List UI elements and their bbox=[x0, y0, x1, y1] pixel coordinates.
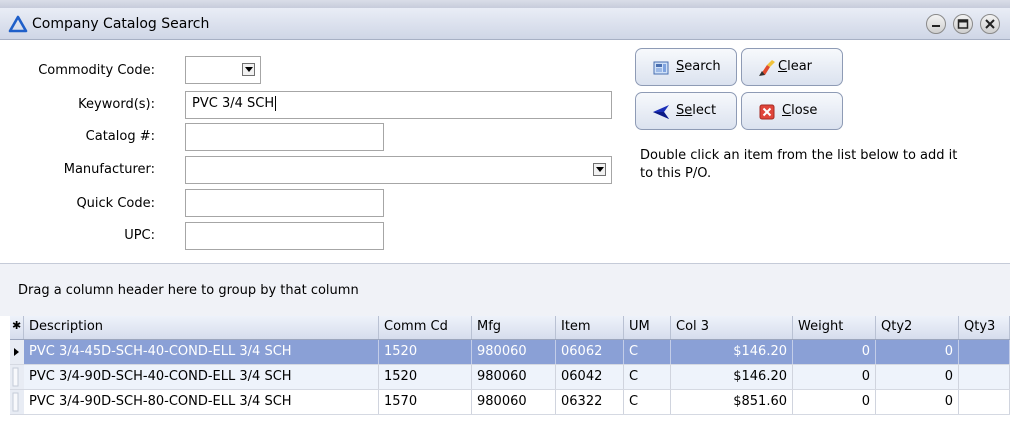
close-label: lose bbox=[791, 103, 818, 118]
clear-button[interactable]: Clear bbox=[741, 48, 843, 86]
close-icon bbox=[985, 19, 995, 29]
cell-um: C bbox=[624, 390, 671, 414]
cell-qty3 bbox=[959, 340, 1010, 364]
row-indicator bbox=[10, 365, 24, 389]
cell-item: 06322 bbox=[556, 390, 624, 414]
maximize-icon bbox=[957, 19, 969, 29]
cell-col3: $851.60 bbox=[671, 390, 793, 414]
cell-weight: 0 bbox=[793, 365, 876, 389]
cell-item: 06062 bbox=[556, 340, 624, 364]
keyword-value: PVC 3/4 SCH bbox=[192, 96, 275, 111]
column-header-um[interactable]: UM bbox=[624, 316, 671, 339]
cell-qty2: 0 bbox=[876, 390, 959, 414]
table-row[interactable]: PVC 3/4-90D-SCH-80-COND-ELL 3/4 SCH 1570… bbox=[10, 390, 1010, 415]
column-header-col3[interactable]: Col 3 bbox=[671, 316, 793, 339]
cell-description: PVC 3/4-45D-SCH-40-COND-ELL 3/4 SCH bbox=[24, 340, 379, 364]
search-form: Commodity Code: Keyword(s): PVC 3/4 SCH​… bbox=[0, 40, 1010, 263]
eraser-icon bbox=[759, 60, 775, 76]
row-indicator bbox=[10, 390, 24, 414]
cell-um: C bbox=[624, 340, 671, 364]
cell-description: PVC 3/4-90D-SCH-80-COND-ELL 3/4 SCH bbox=[24, 390, 379, 414]
table-row[interactable]: PVC 3/4-45D-SCH-40-COND-ELL 3/4 SCH 1520… bbox=[10, 340, 1010, 365]
table-row[interactable]: PVC 3/4-90D-SCH-40-COND-ELL 3/4 SCH 1520… bbox=[10, 365, 1010, 390]
cell-qty2: 0 bbox=[876, 365, 959, 389]
cell-item: 06042 bbox=[556, 365, 624, 389]
catalog-number-input[interactable] bbox=[185, 123, 384, 151]
keyword-input[interactable]: PVC 3/4 SCH​ bbox=[185, 91, 612, 119]
cell-qty3 bbox=[959, 365, 1010, 389]
manufacturer-label: Manufacturer: bbox=[63, 162, 155, 177]
upc-label: UPC: bbox=[124, 228, 155, 243]
cell-mfg: 980060 bbox=[472, 340, 556, 364]
upc-input[interactable] bbox=[185, 222, 384, 250]
arrow-left-icon bbox=[653, 105, 669, 119]
grid-header: ✱ Description Comm Cd Mfg Item UM Col 3 … bbox=[10, 316, 1010, 340]
cell-description: PVC 3/4-90D-SCH-40-COND-ELL 3/4 SCH bbox=[24, 365, 379, 389]
column-header-qty2[interactable]: Qty2 bbox=[876, 316, 959, 339]
app-triangle-icon bbox=[8, 15, 28, 33]
quick-code-input[interactable] bbox=[185, 189, 384, 217]
keyword-label: Keyword(s): bbox=[78, 97, 155, 112]
cell-mfg: 980060 bbox=[472, 390, 556, 414]
new-row-asterisk-icon: ✱ bbox=[10, 316, 24, 339]
cell-comm-cd: 1520 bbox=[379, 340, 472, 364]
search-button[interactable]: Search bbox=[635, 48, 737, 86]
column-header-mfg[interactable]: Mfg bbox=[472, 316, 556, 339]
column-header-qty3[interactable]: Qty3 bbox=[959, 316, 1010, 339]
search-icon bbox=[653, 61, 669, 75]
select-button[interactable]: Select bbox=[635, 92, 737, 130]
cell-qty3 bbox=[959, 390, 1010, 414]
chevron-down-icon[interactable] bbox=[242, 63, 255, 76]
title-bar: Company Catalog Search bbox=[0, 8, 1010, 40]
minimize-icon bbox=[932, 25, 940, 27]
commodity-code-select[interactable] bbox=[185, 56, 261, 84]
search-label: earch bbox=[684, 59, 721, 74]
cell-comm-cd: 1520 bbox=[379, 365, 472, 389]
cell-weight: 0 bbox=[793, 390, 876, 414]
commodity-code-label: Commodity Code: bbox=[38, 63, 155, 78]
close-window-button[interactable] bbox=[980, 14, 1000, 34]
column-header-item[interactable]: Item bbox=[556, 316, 624, 339]
cell-um: C bbox=[624, 365, 671, 389]
instruction-text: Double click an item from the list below… bbox=[640, 148, 958, 181]
clear-accel: C bbox=[778, 59, 788, 74]
minimize-button[interactable] bbox=[926, 14, 946, 34]
background-window-strip bbox=[0, 0, 1010, 8]
cell-mfg: 980060 bbox=[472, 365, 556, 389]
group-by-panel[interactable]: Drag a column header here to group by th… bbox=[0, 263, 1010, 316]
cell-weight: 0 bbox=[793, 340, 876, 364]
catalog-number-label: Catalog #: bbox=[85, 129, 155, 144]
column-header-weight[interactable]: Weight bbox=[793, 316, 876, 339]
column-header-description[interactable]: Description bbox=[24, 316, 379, 339]
column-header-comm-cd[interactable]: Comm Cd bbox=[379, 316, 472, 339]
window-title: Company Catalog Search bbox=[32, 16, 210, 32]
cell-comm-cd: 1570 bbox=[379, 390, 472, 414]
clear-label: lear bbox=[787, 59, 812, 74]
cell-col3: $146.20 bbox=[671, 340, 793, 364]
chevron-down-icon[interactable] bbox=[593, 163, 606, 176]
current-row-arrow-icon bbox=[10, 340, 24, 364]
quick-code-label: Quick Code: bbox=[76, 196, 155, 211]
close-button[interactable]: Close bbox=[741, 92, 843, 130]
manufacturer-select[interactable] bbox=[185, 156, 612, 184]
maximize-button[interactable] bbox=[953, 14, 973, 34]
cell-qty2: 0 bbox=[876, 340, 959, 364]
close-accel: C bbox=[782, 103, 792, 118]
select-label: lect bbox=[692, 103, 717, 118]
cell-col3: $146.20 bbox=[671, 365, 793, 389]
close-red-icon bbox=[759, 104, 775, 120]
group-by-hint: Drag a column header here to group by th… bbox=[18, 283, 359, 298]
text-cursor: ​ bbox=[275, 96, 277, 111]
